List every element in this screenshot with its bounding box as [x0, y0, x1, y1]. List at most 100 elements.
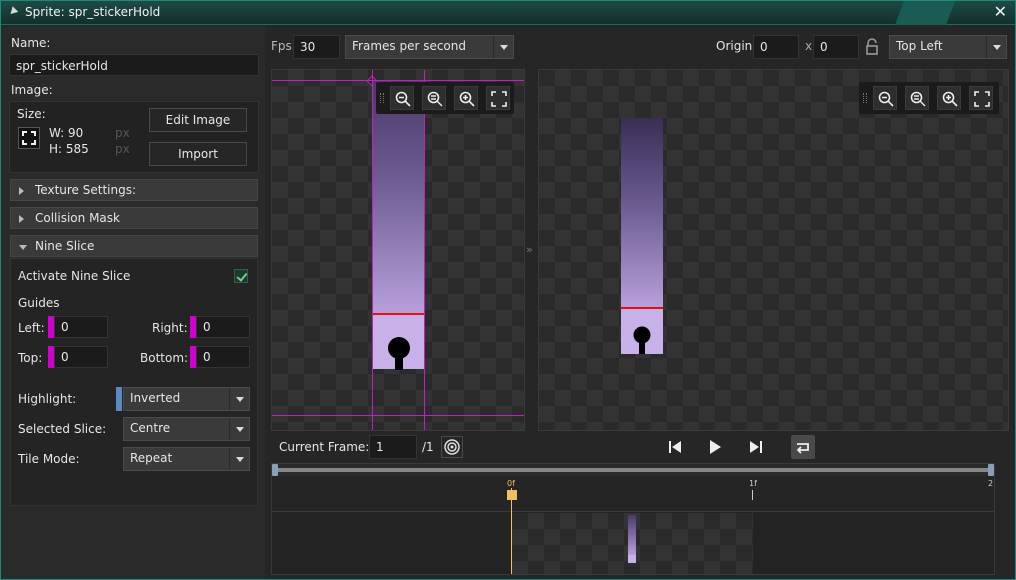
width-text: W: 90 — [49, 126, 84, 140]
top-guide-label: Top: — [18, 351, 43, 365]
frame-marker-0f: 0f — [507, 479, 515, 488]
tile-mode-label: Tile Mode: — [18, 452, 80, 466]
loop-icon[interactable] — [791, 435, 815, 459]
close-icon[interactable]: ✕ — [994, 4, 1007, 20]
zoom-reset-icon[interactable] — [422, 86, 446, 110]
chevron-down-icon — [986, 36, 1006, 58]
current-frame-label: Current Frame: — [279, 440, 370, 454]
thumbnail-sprite-bottom — [628, 555, 636, 563]
window-title: Sprite: spr_stickerHold — [25, 5, 161, 19]
selected-slice-label: Selected Slice: — [18, 422, 107, 436]
fps-input[interactable]: 30 — [293, 35, 340, 59]
fps-mode-dropdown[interactable]: Frames per second — [345, 35, 514, 59]
drag-grip-icon[interactable] — [380, 93, 384, 103]
top-toolbar: Fps 30 Frames per second Origin 0 x 0 To… — [265, 26, 1015, 66]
left-guide-input[interactable]: 0 — [54, 316, 108, 338]
size-label: Size: — [17, 107, 46, 121]
origin-y-input[interactable]: 0 — [813, 35, 859, 59]
highlight-value: Inverted — [130, 391, 181, 405]
timeline-ruler[interactable]: 0f 1f 2 — [272, 476, 994, 512]
origin-x-input[interactable]: 0 — [753, 35, 799, 59]
playhead-handle[interactable] — [507, 490, 517, 500]
name-input[interactable]: spr_stickerHold — [9, 54, 259, 76]
origin-label: Origin — [716, 39, 753, 53]
left-guide-label: Left: — [18, 321, 45, 335]
texture-settings-label: Texture Settings: — [35, 183, 137, 197]
expand-icon[interactable] — [18, 127, 40, 149]
zoom-out-icon[interactable] — [873, 86, 897, 110]
scrollbar-track[interactable] — [276, 468, 990, 472]
preview-canvas[interactable] — [538, 69, 1009, 431]
total-frames: /1 — [422, 440, 434, 454]
zoom-in-icon[interactable] — [454, 86, 478, 110]
frame-marker-1f: 1f — [749, 479, 757, 488]
edit-canvas[interactable] — [271, 69, 525, 431]
collapse-triangle-icon[interactable] — [7, 6, 19, 17]
edit-image-button[interactable]: Edit Image — [149, 108, 247, 132]
lock-icon[interactable] — [865, 38, 879, 56]
chevron-down-icon — [493, 36, 513, 58]
scroll-handle-right[interactable] — [988, 464, 994, 476]
nine-slice-body: Activate Nine Slice Guides Left: 0 Right… — [10, 258, 258, 506]
fit-screen-icon[interactable] — [486, 86, 510, 110]
skip-start-icon[interactable] — [664, 436, 686, 458]
zoom-out-icon[interactable] — [390, 86, 414, 110]
bottom-guide-line[interactable] — [272, 415, 524, 416]
bottom-guide-label: Bottom: — [140, 351, 189, 365]
bottom-guide-input[interactable]: 0 — [196, 346, 250, 368]
texture-settings-header[interactable]: Texture Settings: — [10, 179, 258, 201]
title-bar[interactable]: Sprite: spr_stickerHold ✕ — [1, 1, 1015, 25]
sprite-editor-window: Sprite: spr_stickerHold ✕ Name: spr_stic… — [0, 0, 1016, 580]
fps-label: Fps — [271, 39, 292, 53]
frame-thumbnail[interactable] — [512, 513, 753, 574]
scroll-handle-left[interactable] — [272, 464, 278, 476]
play-icon[interactable] — [704, 436, 726, 458]
width-unit: px — [115, 126, 130, 140]
selected-slice-value: Centre — [130, 421, 171, 435]
onion-skin-icon[interactable] — [441, 436, 463, 458]
nine-slice-label: Nine Slice — [35, 239, 95, 253]
selected-slice-dropdown[interactable]: Centre — [123, 417, 250, 441]
collision-mask-header[interactable]: Collision Mask — [10, 207, 258, 229]
skip-end-icon[interactable] — [745, 436, 767, 458]
image-box: Size: W: 90 H: 585 px px Edit Image Impo… — [9, 101, 259, 173]
chevron-right-icon — [19, 187, 24, 195]
thumbnail-sprite — [628, 515, 636, 555]
sprite-preview-body — [373, 81, 424, 315]
top-guide-input[interactable]: 0 — [54, 346, 108, 368]
image-label: Image: — [11, 83, 53, 97]
preview-sprite-body — [621, 118, 663, 308]
frame-marker-2: 2 — [988, 479, 994, 488]
preview-slice-line — [621, 307, 663, 309]
right-guide-label: Right: — [152, 321, 188, 335]
guides-label: Guides — [18, 296, 60, 310]
activate-nine-slice-checkbox[interactable] — [234, 269, 248, 283]
zoom-in-icon[interactable] — [937, 86, 961, 110]
current-frame-input[interactable]: 1 — [369, 435, 417, 459]
edit-zoom-toolbar — [376, 82, 514, 114]
properties-panel: Name: spr_stickerHold Image: Size: W: 90… — [1, 26, 265, 579]
timeline-scrollbar[interactable] — [272, 464, 994, 476]
height-unit: px — [115, 142, 130, 156]
chevron-down-icon — [19, 245, 27, 250]
import-button[interactable]: Import — [149, 142, 247, 166]
height-text: H: 585 — [49, 142, 89, 156]
keyhole-shape — [388, 337, 410, 370]
nine-slice-header[interactable]: Nine Slice — [10, 235, 258, 257]
highlight-dropdown[interactable]: Inverted — [123, 387, 250, 411]
timeline-panel[interactable]: 0f 1f 2 — [271, 463, 995, 575]
zoom-reset-icon[interactable] — [905, 86, 929, 110]
drag-grip-icon[interactable] — [863, 93, 867, 103]
pane-splitter-icon[interactable]: » — [526, 243, 533, 256]
slice-highlight-line — [373, 313, 424, 315]
chevron-down-icon — [229, 388, 249, 410]
collision-mask-label: Collision Mask — [35, 211, 120, 225]
right-guide-line[interactable] — [424, 70, 425, 430]
tile-mode-dropdown[interactable]: Repeat — [123, 447, 250, 471]
frame-tick-1 — [752, 490, 753, 500]
fit-screen-icon[interactable] — [969, 86, 993, 110]
preview-zoom-toolbar — [859, 82, 999, 114]
playback-bar: Current Frame: 1 /1 — [265, 431, 1015, 461]
right-guide-input[interactable]: 0 — [196, 316, 250, 338]
origin-preset-dropdown[interactable]: Top Left — [889, 35, 1007, 59]
